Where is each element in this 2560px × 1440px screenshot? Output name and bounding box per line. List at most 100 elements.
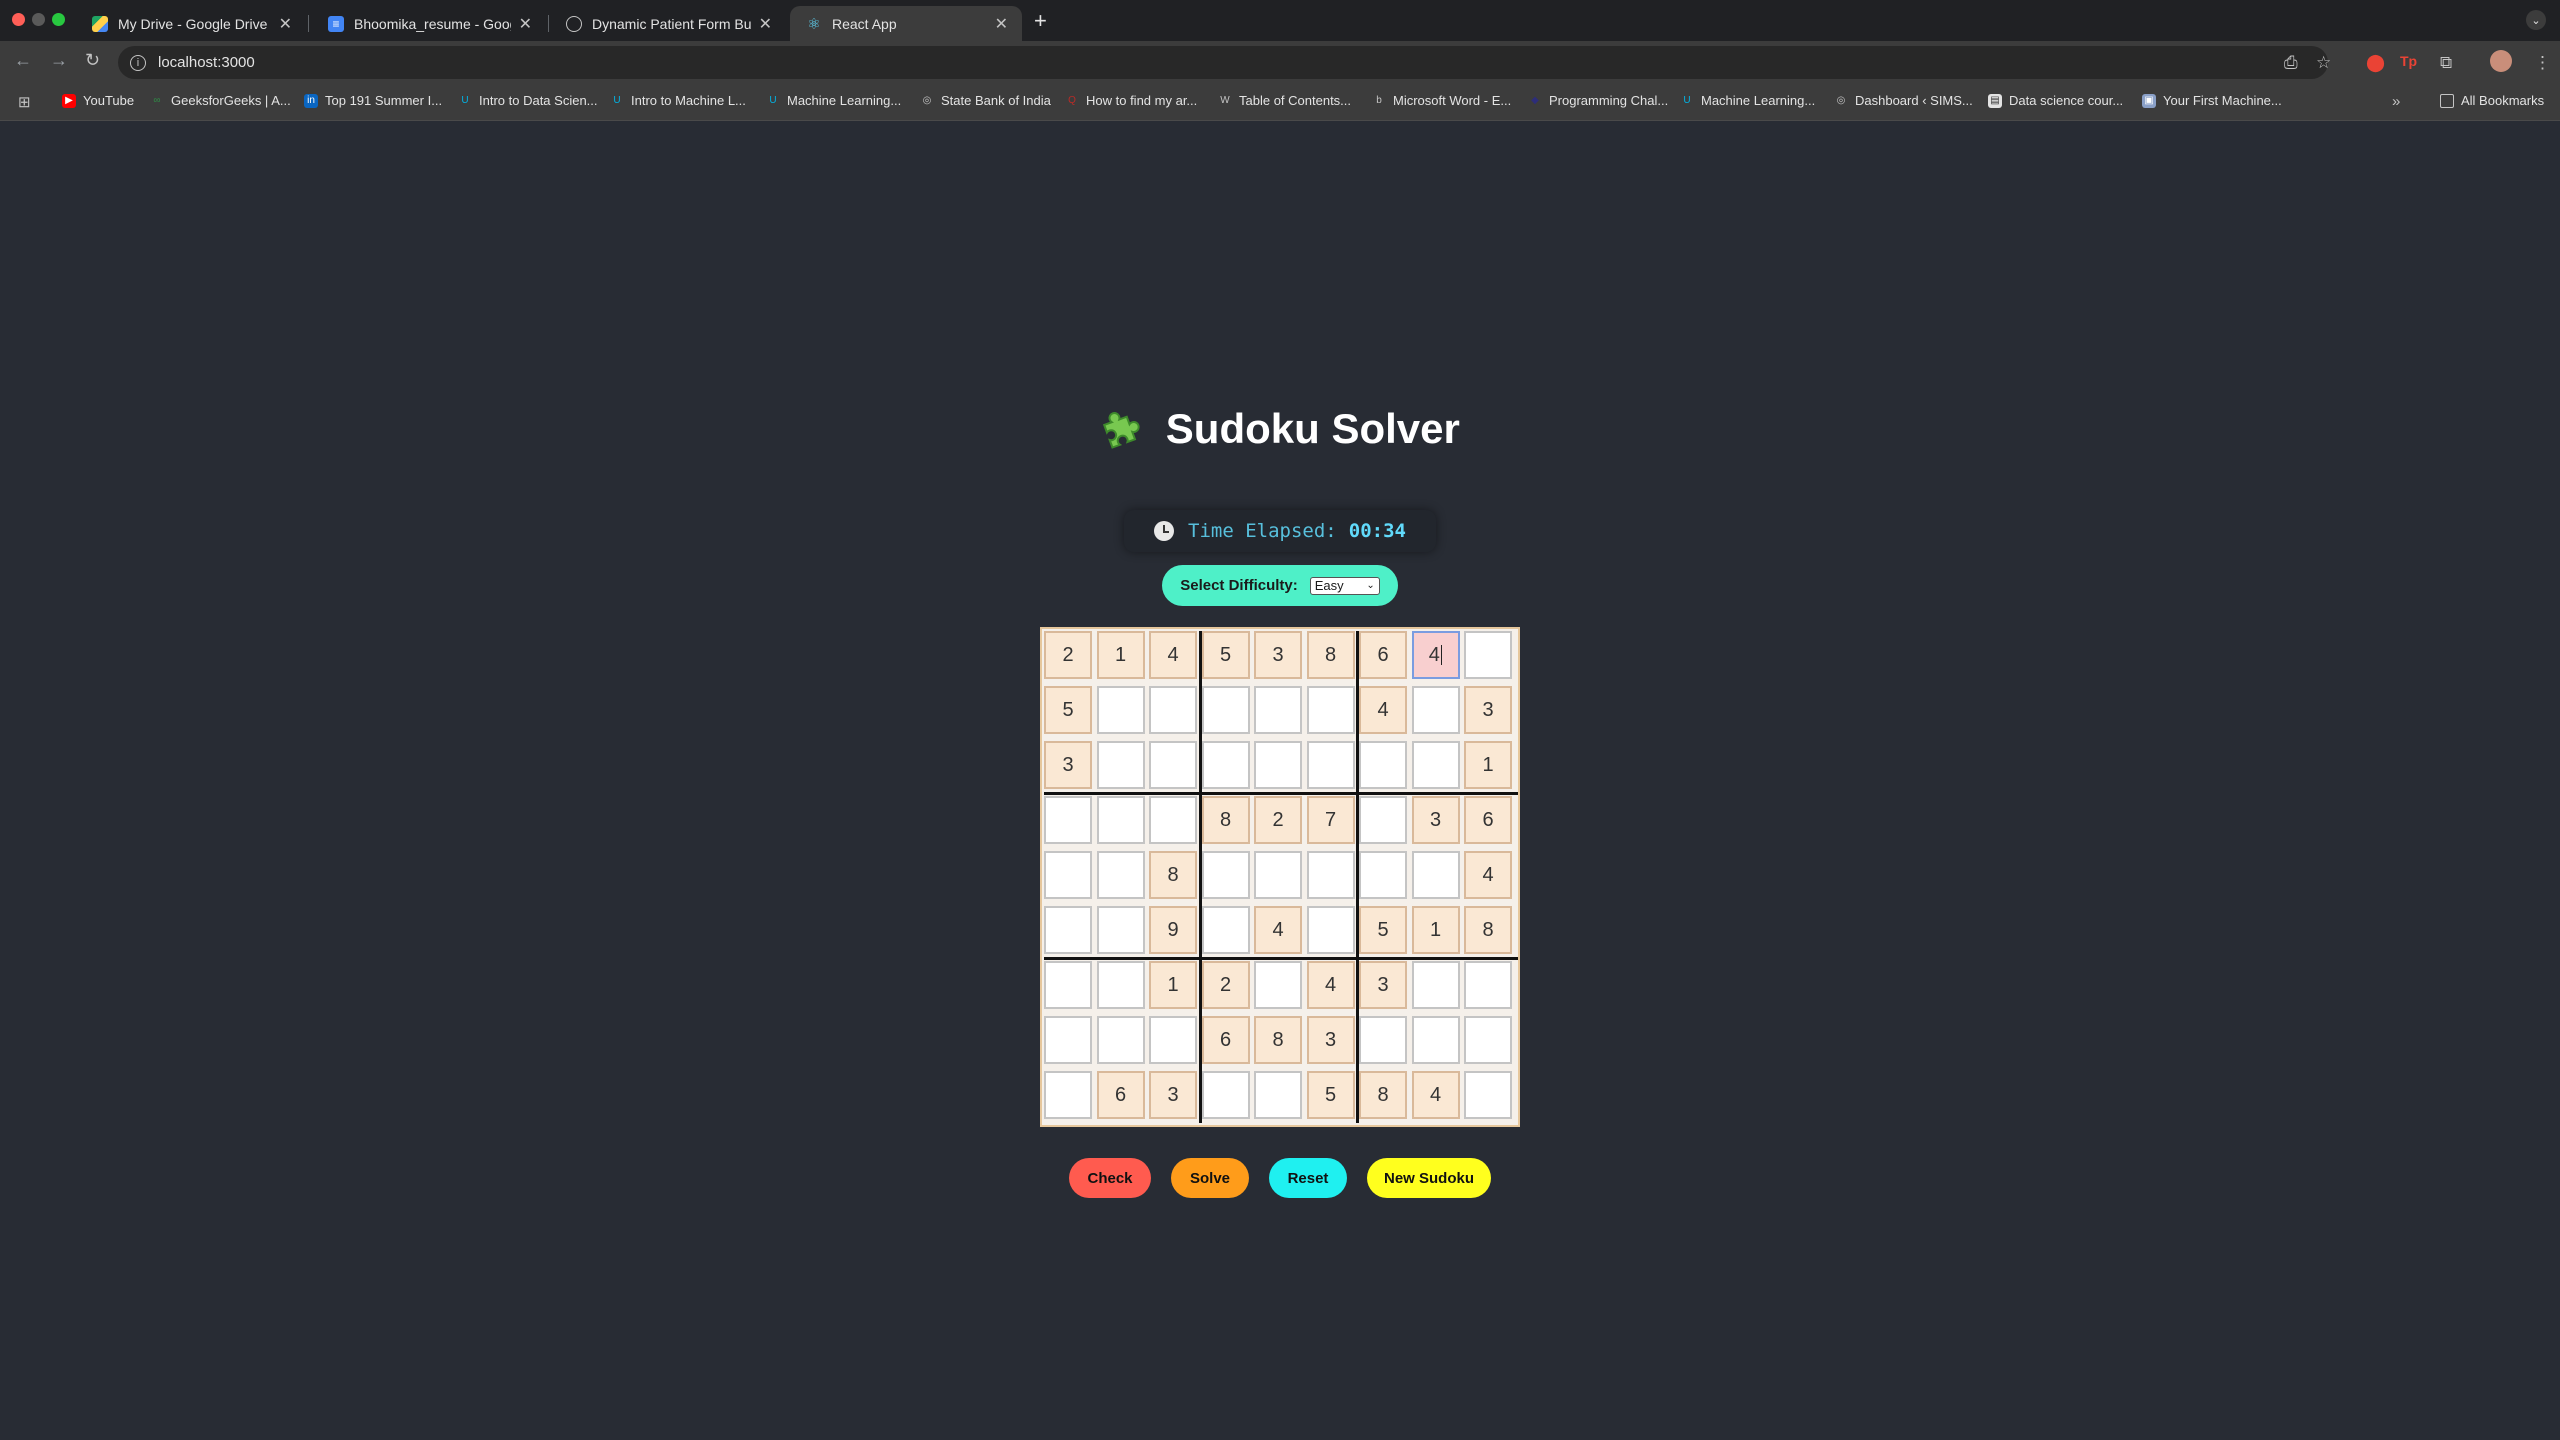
minimize-window-button[interactable] bbox=[32, 13, 45, 26]
sudoku-cell[interactable]: 4 bbox=[1149, 631, 1197, 679]
sudoku-cell[interactable] bbox=[1096, 796, 1145, 844]
bookmark-data-science-course[interactable]: ▤ Data science cour... bbox=[1988, 93, 2123, 108]
sudoku-cell[interactable] bbox=[1044, 906, 1092, 954]
extension-tp-icon[interactable]: Tp bbox=[2400, 53, 2417, 69]
sudoku-cell[interactable] bbox=[1464, 1016, 1512, 1064]
sudoku-cell[interactable] bbox=[1044, 796, 1092, 844]
sudoku-cell[interactable]: 1 bbox=[1411, 906, 1460, 954]
bookmark-microsoft-word[interactable]: b Microsoft Word - E... bbox=[1372, 93, 1511, 108]
sudoku-cell[interactable] bbox=[1359, 851, 1407, 899]
more-bookmarks-icon[interactable]: » bbox=[2392, 93, 2400, 110]
bookmark-how-to-find[interactable]: Q How to find my ar... bbox=[1065, 93, 1197, 108]
browser-tab-resume[interactable]: ≡ Bhoomika_resume - Google D ✕ bbox=[312, 6, 546, 41]
extension-red-icon[interactable]: ⬤ bbox=[2366, 53, 2385, 73]
address-bar[interactable]: i localhost:3000 bbox=[118, 46, 2328, 79]
sudoku-cell[interactable] bbox=[1254, 741, 1302, 789]
sudoku-cell[interactable] bbox=[1254, 961, 1302, 1009]
browser-tab-react-app[interactable]: ⚛ React App ✕ bbox=[790, 6, 1022, 41]
sudoku-cell[interactable] bbox=[1306, 851, 1355, 899]
close-tab-icon[interactable]: ✕ bbox=[519, 14, 532, 34]
sudoku-cell[interactable] bbox=[1201, 851, 1250, 899]
back-button[interactable]: ← bbox=[14, 50, 32, 71]
sudoku-cell[interactable] bbox=[1411, 686, 1460, 734]
sudoku-cell[interactable]: 2 bbox=[1254, 796, 1302, 844]
sudoku-cell[interactable] bbox=[1411, 851, 1460, 899]
sudoku-cell[interactable] bbox=[1411, 741, 1460, 789]
check-button[interactable]: Check bbox=[1069, 1158, 1151, 1198]
sudoku-cell[interactable]: 8 bbox=[1306, 631, 1355, 679]
sudoku-cell[interactable]: 4 bbox=[1411, 631, 1460, 679]
sudoku-cell[interactable] bbox=[1096, 741, 1145, 789]
sudoku-cell[interactable]: 3 bbox=[1044, 741, 1092, 789]
sudoku-cell[interactable] bbox=[1254, 686, 1302, 734]
bookmark-linkedin[interactable]: in Top 191 Summer I... bbox=[304, 93, 442, 108]
sudoku-cell[interactable] bbox=[1359, 1016, 1407, 1064]
difficulty-select[interactable]: Easy ⌄ bbox=[1309, 576, 1380, 595]
sudoku-cell[interactable]: 4 bbox=[1254, 906, 1302, 954]
all-bookmarks-button[interactable]: All Bookmarks bbox=[2440, 93, 2544, 108]
sudoku-cell[interactable]: 4 bbox=[1464, 851, 1512, 899]
sudoku-cell[interactable]: 3 bbox=[1149, 1071, 1197, 1119]
bookmark-intro-data-science[interactable]: U Intro to Data Scien... bbox=[458, 93, 597, 108]
sudoku-cell[interactable]: 6 bbox=[1201, 1016, 1250, 1064]
sudoku-cell[interactable] bbox=[1306, 906, 1355, 954]
reset-button[interactable]: Reset bbox=[1269, 1158, 1347, 1198]
sudoku-cell[interactable]: 9 bbox=[1149, 906, 1197, 954]
sudoku-cell[interactable]: 1 bbox=[1149, 961, 1197, 1009]
solve-button[interactable]: Solve bbox=[1171, 1158, 1249, 1198]
sudoku-cell[interactable] bbox=[1096, 851, 1145, 899]
close-tab-icon[interactable]: ✕ bbox=[279, 14, 292, 34]
site-info-icon[interactable]: i bbox=[130, 54, 146, 71]
sudoku-cell[interactable]: 8 bbox=[1149, 851, 1197, 899]
bookmark-intro-machine-learning[interactable]: U Intro to Machine L... bbox=[610, 93, 746, 108]
sudoku-cell[interactable]: 3 bbox=[1359, 961, 1407, 1009]
bookmark-youtube[interactable]: ▶ YouTube bbox=[62, 93, 134, 108]
sudoku-cell[interactable]: 2 bbox=[1044, 631, 1092, 679]
sudoku-cell[interactable]: 4 bbox=[1306, 961, 1355, 1009]
sudoku-cell[interactable] bbox=[1201, 906, 1250, 954]
sudoku-cell[interactable] bbox=[1464, 1071, 1512, 1119]
bookmark-machine-learning-1[interactable]: U Machine Learning... bbox=[766, 93, 901, 108]
bookmark-star-icon[interactable]: ☆ bbox=[2316, 53, 2331, 73]
install-app-icon[interactable]: ⎙ bbox=[2284, 53, 2298, 73]
sudoku-cell[interactable] bbox=[1464, 631, 1512, 679]
tab-search-icon[interactable]: ⌄ bbox=[2526, 10, 2546, 30]
bookmark-geeksforgeeks[interactable]: ∞ GeeksforGeeks | A... bbox=[150, 93, 290, 108]
sudoku-cell[interactable] bbox=[1096, 1016, 1145, 1064]
sudoku-cell[interactable] bbox=[1044, 961, 1092, 1009]
sudoku-cell[interactable]: 2 bbox=[1201, 961, 1250, 1009]
sudoku-cell[interactable] bbox=[1411, 1016, 1460, 1064]
sudoku-cell[interactable] bbox=[1411, 961, 1460, 1009]
sudoku-cell[interactable]: 8 bbox=[1464, 906, 1512, 954]
sudoku-cell[interactable]: 5 bbox=[1044, 686, 1092, 734]
sudoku-cell[interactable] bbox=[1096, 906, 1145, 954]
sudoku-cell[interactable]: 3 bbox=[1254, 631, 1302, 679]
sudoku-cell[interactable] bbox=[1149, 741, 1197, 789]
sudoku-cell[interactable]: 3 bbox=[1464, 686, 1512, 734]
sudoku-cell[interactable]: 6 bbox=[1359, 631, 1407, 679]
bookmark-dashboard-sims[interactable]: ◎ Dashboard ‹ SIMS... bbox=[1834, 93, 1973, 108]
sudoku-cell[interactable]: 4 bbox=[1359, 686, 1407, 734]
reload-button[interactable]: ↻ bbox=[85, 50, 100, 71]
close-tab-icon[interactable]: ✕ bbox=[995, 14, 1008, 34]
close-tab-icon[interactable]: ✕ bbox=[759, 14, 772, 34]
bookmark-table-of-contents[interactable]: W Table of Contents... bbox=[1218, 93, 1351, 108]
browser-tab-google-drive[interactable]: My Drive - Google Drive ✕ bbox=[76, 6, 306, 41]
sudoku-cell[interactable] bbox=[1201, 1071, 1250, 1119]
new-sudoku-button[interactable]: New Sudoku bbox=[1367, 1158, 1491, 1198]
sudoku-cell[interactable] bbox=[1359, 796, 1407, 844]
sudoku-cell[interactable] bbox=[1044, 1016, 1092, 1064]
apps-grid-icon[interactable]: ⊞ bbox=[18, 93, 31, 111]
bookmark-your-first-machine[interactable]: ▣ Your First Machine... bbox=[2142, 93, 2282, 108]
bookmark-state-bank[interactable]: ◎ State Bank of India bbox=[920, 93, 1051, 108]
sudoku-cell[interactable] bbox=[1096, 961, 1145, 1009]
sudoku-cell[interactable] bbox=[1149, 1016, 1197, 1064]
sudoku-cell[interactable] bbox=[1359, 741, 1407, 789]
browser-menu-icon[interactable]: ⋮ bbox=[2534, 53, 2551, 73]
browser-tab-patient-form[interactable]: Dynamic Patient Form Builder ✕ bbox=[550, 6, 786, 41]
sudoku-cell[interactable]: 8 bbox=[1201, 796, 1250, 844]
sudoku-cell[interactable]: 8 bbox=[1359, 1071, 1407, 1119]
sudoku-cell[interactable]: 7 bbox=[1306, 796, 1355, 844]
new-tab-button[interactable]: + bbox=[1034, 8, 1047, 34]
profile-avatar[interactable] bbox=[2490, 50, 2512, 72]
